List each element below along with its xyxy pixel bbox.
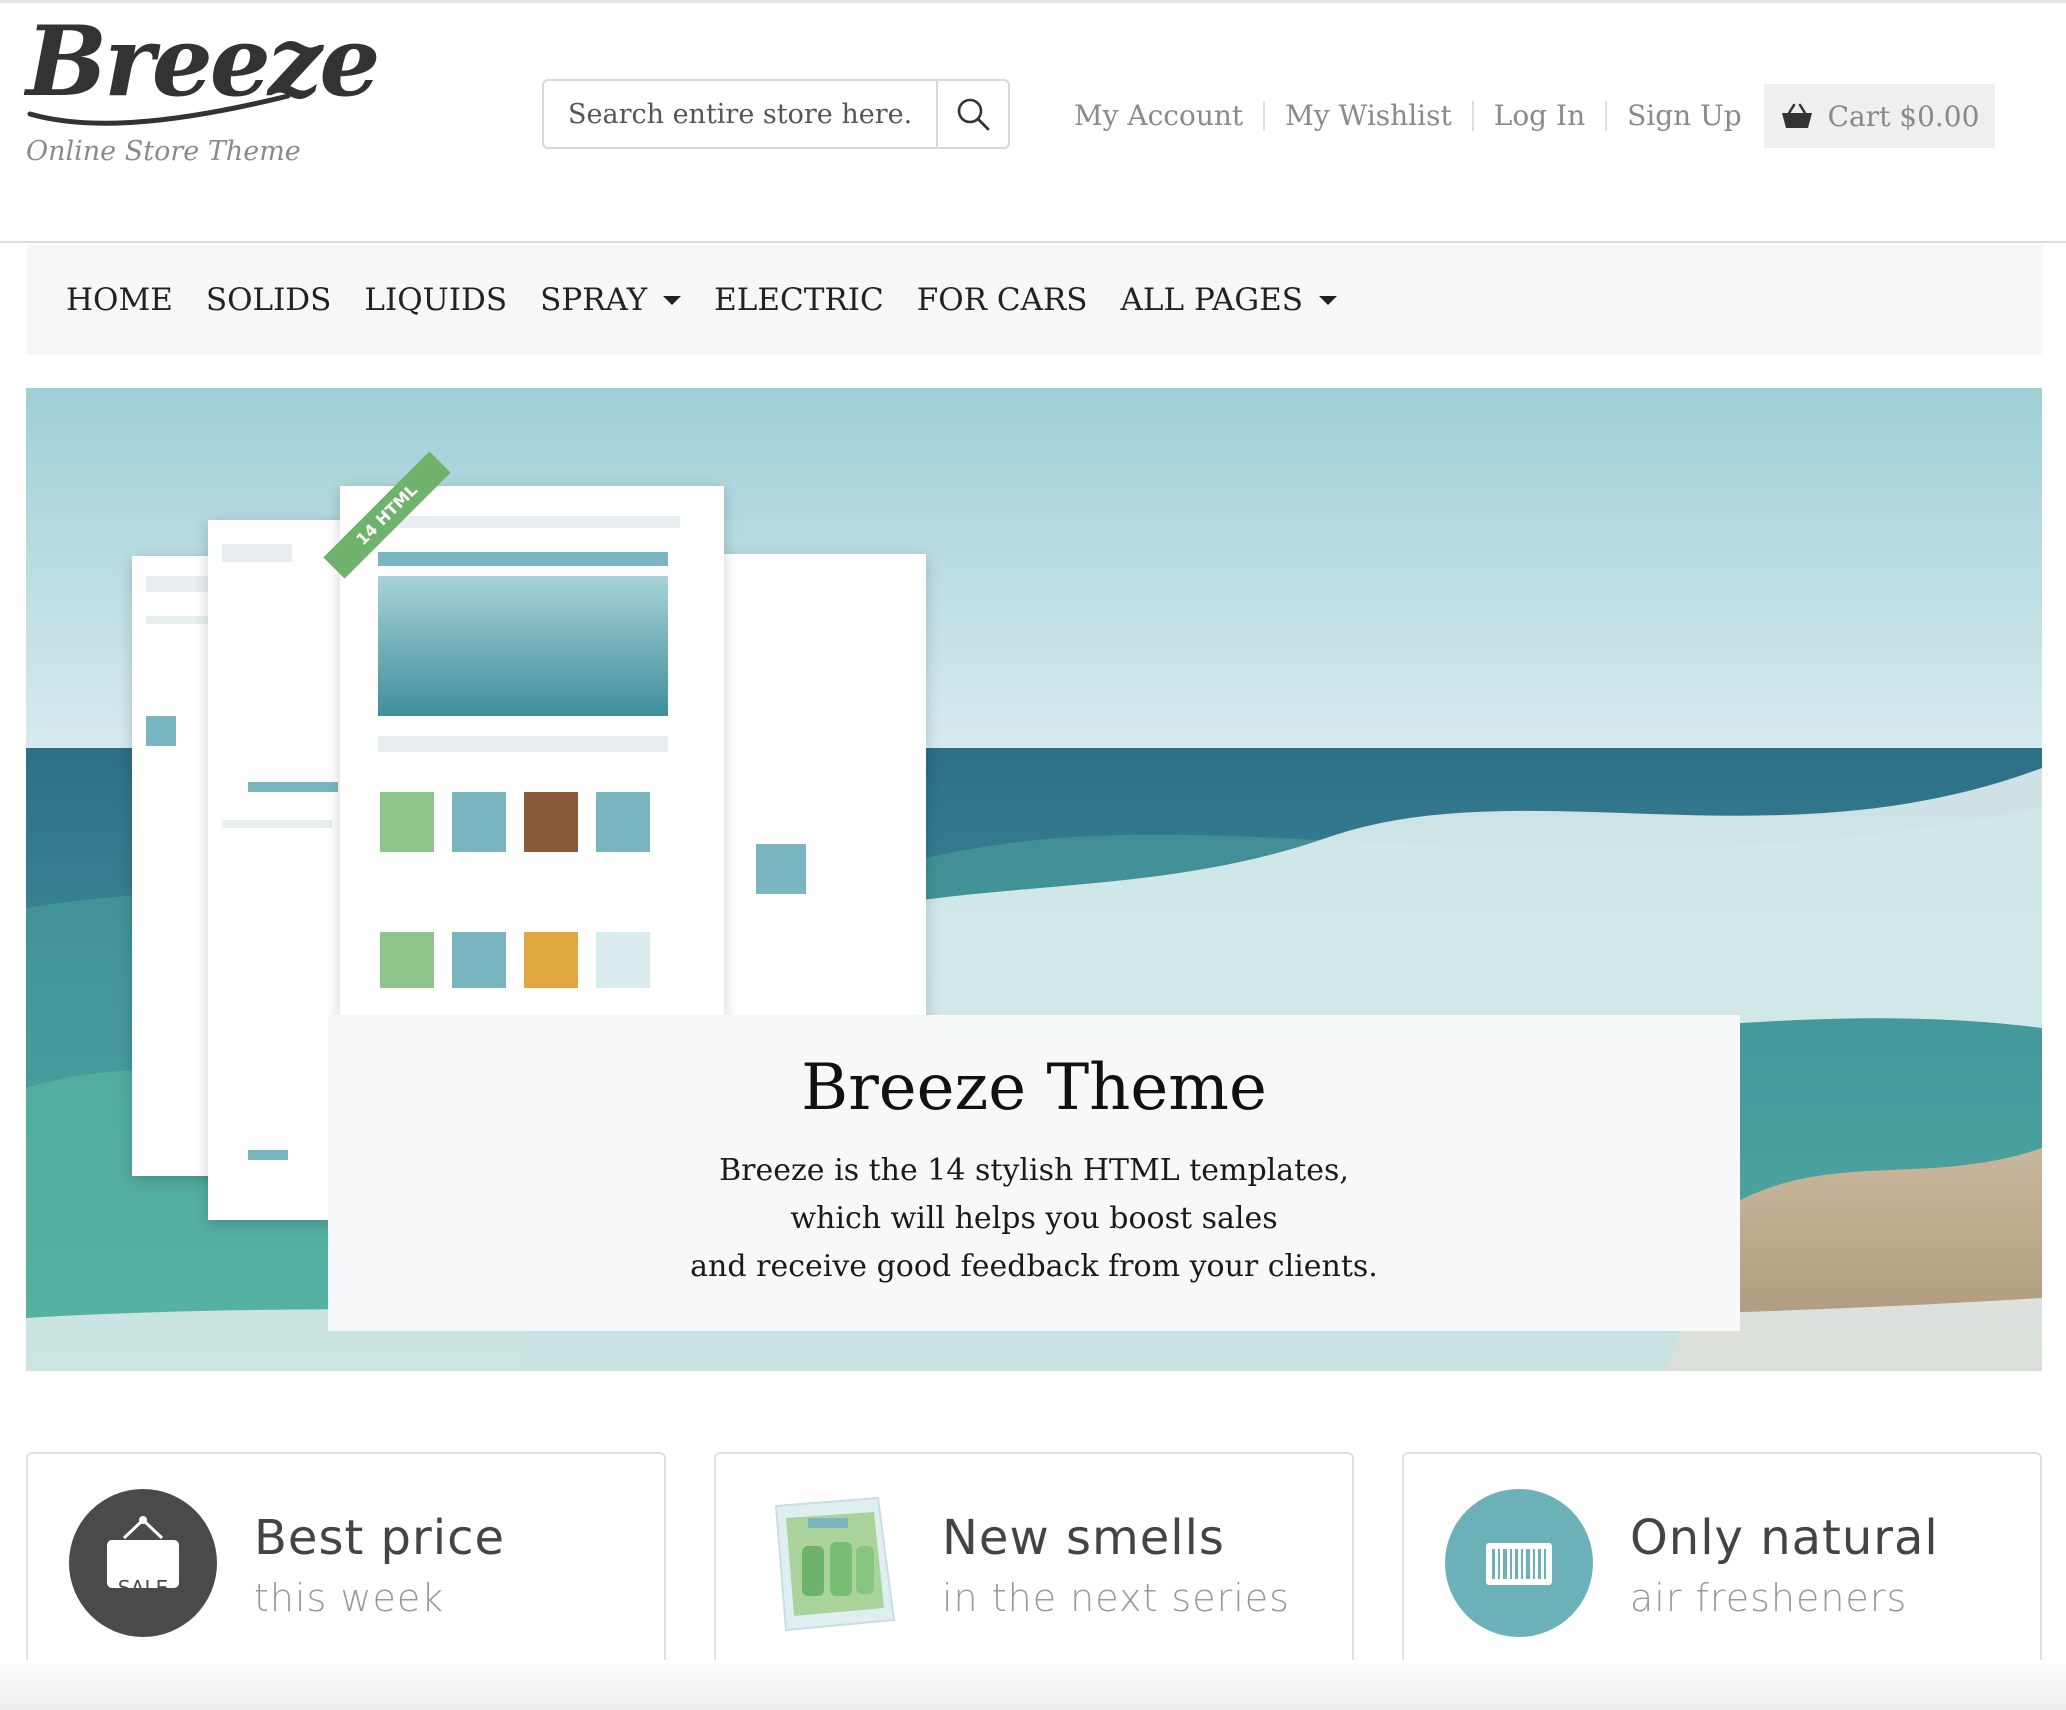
logo[interactable]: Breeze Online Store Theme — [26, 14, 380, 174]
search-icon — [957, 98, 990, 131]
hero-caption: Breeze Theme Breeze is the 14 stylish HT… — [328, 1015, 1740, 1331]
feature-subtitle: this week — [254, 1576, 445, 1620]
hero-text-line: and receive good feedback from your clie… — [690, 1249, 1378, 1285]
nav-item-for-cars[interactable]: FOR CARS — [917, 282, 1088, 318]
air-freshener-product-icon — [774, 1496, 896, 1632]
hero-banner[interactable]: 14 HTML Breeze Theme Breeze is the 14 st… — [26, 388, 2042, 1371]
cart-button[interactable]: Cart $0.00 — [1763, 84, 1996, 148]
hero-text-line: Breeze is the 14 stylish HTML templates, — [719, 1153, 1349, 1189]
sale-badge: SALE — [117, 1576, 169, 1600]
feature-subtitle: in the next series — [942, 1576, 1290, 1620]
basket-icon — [1781, 103, 1812, 128]
my-wishlist-link[interactable]: My Wishlist — [1265, 101, 1474, 131]
feature-new-smells[interactable]: New smells in the next series — [714, 1452, 1354, 1672]
hero-title: Breeze Theme — [801, 1051, 1267, 1125]
chevron-down-icon — [663, 295, 682, 305]
search-button[interactable] — [936, 81, 1008, 147]
sale-tag-icon — [69, 1489, 217, 1637]
header-divider — [0, 241, 2066, 243]
barcode-icon — [1445, 1489, 1593, 1637]
nav-item-solids[interactable]: SOLIDS — [206, 282, 332, 318]
nav-item-liquids[interactable]: LIQUIDS — [364, 282, 507, 318]
nav-item-all-pages[interactable]: ALL PAGES — [1121, 282, 1337, 318]
account-links: My Account My Wishlist Log In Sign Up Ca… — [1054, 84, 1996, 148]
page-bottom-fade — [0, 1660, 2066, 1710]
feature-title: Best price — [254, 1510, 506, 1566]
logo-tagline: Online Store Theme — [26, 136, 301, 167]
cart-label: Cart $0.00 — [1827, 99, 1980, 133]
top-border — [0, 0, 2066, 3]
feature-only-natural[interactable]: Only natural air fresheners — [1402, 1452, 2042, 1672]
feature-title: New smells — [942, 1510, 1225, 1566]
log-in-link[interactable]: Log In — [1474, 101, 1608, 131]
feature-best-price[interactable]: SALE Best price this week — [26, 1452, 666, 1672]
nav-item-home[interactable]: HOME — [66, 282, 173, 318]
feature-subtitle: air fresheners — [1630, 1576, 1908, 1620]
search-input[interactable] — [544, 81, 936, 147]
nav-item-electric[interactable]: ELECTRIC — [714, 282, 884, 318]
main-nav: HOME SOLIDS LIQUIDS SPRAY ELECTRIC FOR C… — [26, 245, 2042, 355]
my-account-link[interactable]: My Account — [1054, 101, 1266, 131]
feature-title: Only natural — [1630, 1510, 1939, 1566]
search-box — [542, 79, 1010, 149]
sign-up-link[interactable]: Sign Up — [1607, 101, 1762, 131]
hero-description: Breeze is the 14 stylish HTML templates,… — [328, 1147, 1740, 1291]
chevron-down-icon — [1318, 295, 1337, 305]
hero-text-line: which will helps you boost sales — [790, 1201, 1278, 1237]
logo-swash — [27, 93, 291, 126]
template-mockup-front — [340, 486, 724, 1046]
nav-item-spray[interactable]: SPRAY — [540, 282, 682, 318]
